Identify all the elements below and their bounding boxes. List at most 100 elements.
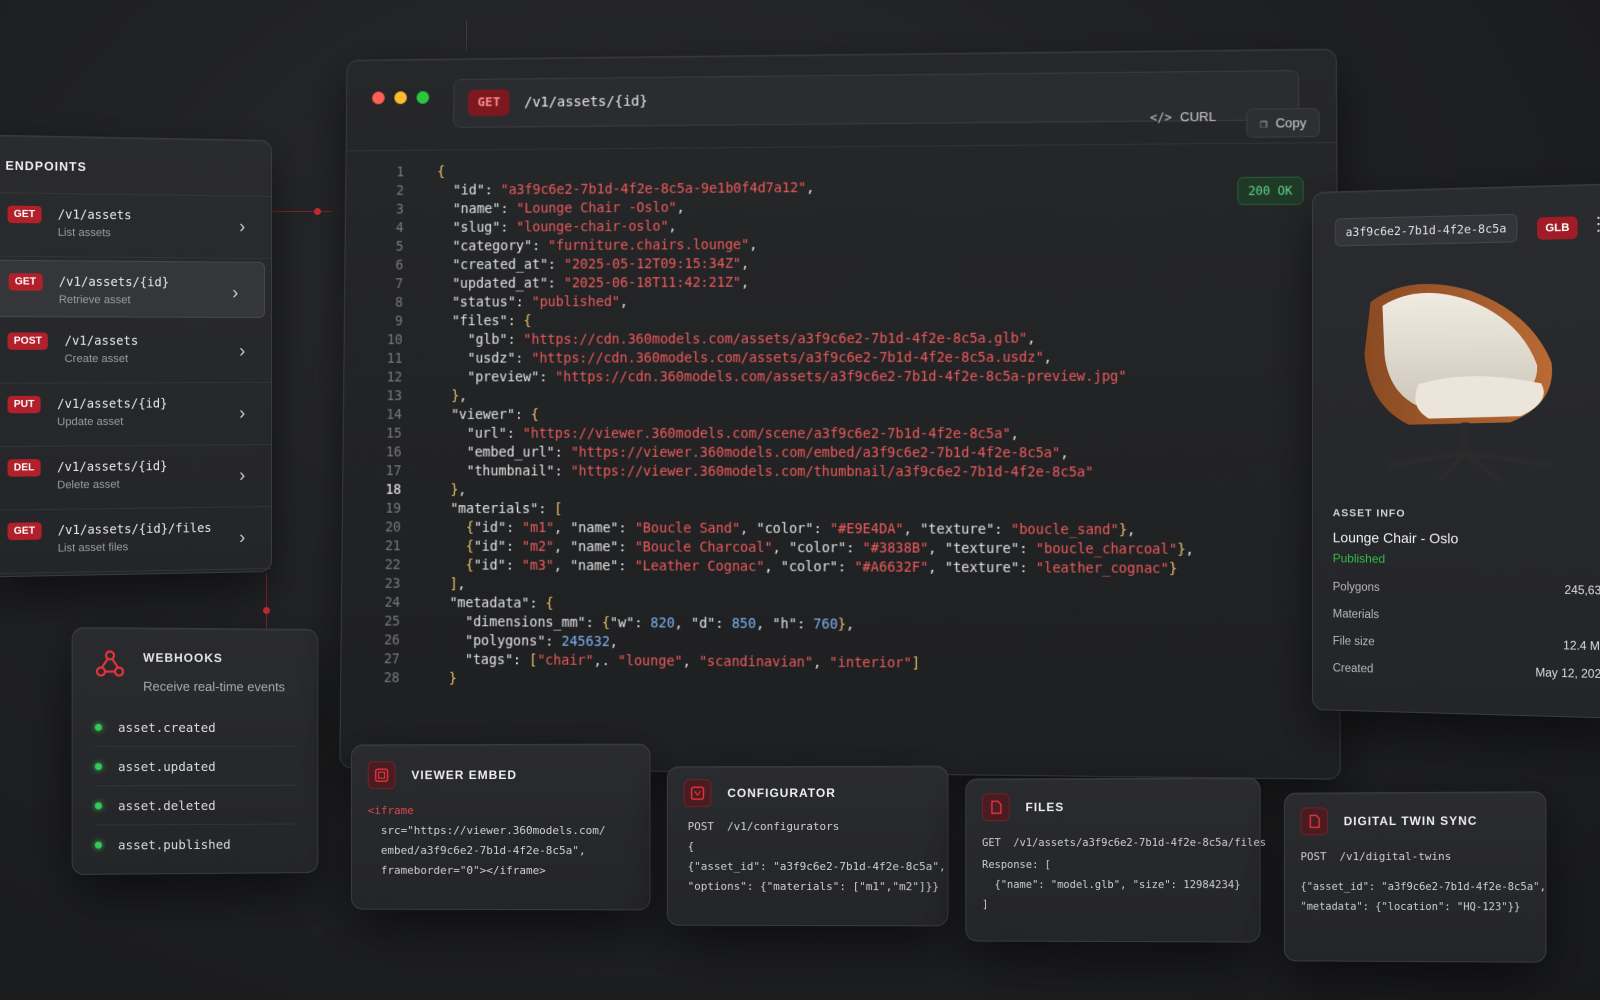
digital-twin-path: /v1/digital-twins: [1339, 849, 1452, 864]
code-line: "metadata": {"location": "HQ-123"}}: [1300, 900, 1521, 914]
curl-button[interactable]: </> CURL: [1150, 109, 1216, 139]
line-number: 7: [395, 276, 404, 293]
code-text: ],: [449, 576, 466, 593]
line-number: 28: [383, 670, 400, 687]
configurator-code: {{"asset_id": "a3f9c6e2-7b1d-4f2e-8c5a",…: [668, 837, 948, 897]
code-text: "id": "a3f9c6e2-7b1d-4f2e-8c5a-9e1b0f4d7…: [452, 180, 815, 199]
method-badge: PUT: [7, 395, 41, 414]
method-badge: GET: [7, 205, 42, 224]
endpoint-description: List assets: [57, 226, 111, 240]
line-number: 14: [386, 407, 403, 423]
endpoints-panel: ENDPOINTS GET /v1/assets List assets › GE…: [0, 134, 272, 578]
line-number: 12: [386, 369, 403, 386]
code-line: src="https://viewer.360models.com/: [367, 823, 606, 838]
method-badge: DEL: [7, 459, 41, 477]
curl-label: CURL: [1180, 108, 1217, 125]
minimize-dot[interactable]: [394, 91, 407, 105]
digital-twin-card: DIGITAL TWIN SYNC POST /v1/digital-twins…: [1283, 791, 1547, 963]
asset-id-chip[interactable]: a3f9c6e2-7b1d-4f2e-8c5a: [1334, 213, 1518, 247]
asset-info-value: 245,632: [1564, 584, 1600, 598]
endpoint-path: /v1/assets/{id}: [57, 396, 168, 412]
connector-dot: [263, 607, 270, 614]
code-text: "thumbnail": "https://viewer.360models.c…: [466, 463, 1094, 481]
copy-label: Copy: [1275, 115, 1307, 131]
code-line: 14 "viewer": {: [363, 406, 1193, 425]
status-dot: [94, 801, 102, 809]
asset-info-key: Materials: [1332, 608, 1380, 622]
endpoint-path: /v1/assets: [64, 333, 139, 348]
asset-info-key: Polygons: [1332, 581, 1380, 595]
webhook-event[interactable]: asset.updated: [94, 746, 296, 787]
code-text: "updated_at": "2025-06-18T11:42:21Z",: [452, 274, 750, 292]
endpoint-item[interactable]: POST /v1/assets Create asset ›: [0, 320, 272, 384]
code-text: },: [451, 388, 468, 405]
request-path[interactable]: /v1/assets/{id}: [524, 94, 648, 111]
webhooks-panel: WEBHOOKS Receive real-time events asset.…: [71, 626, 319, 876]
response-window: GET /v1/assets/{id} </> CURL ❐ Copy 200 OK…: [339, 48, 1341, 780]
code-text: "embed_url": "https://viewer.360models.c…: [466, 444, 1069, 462]
endpoint-path: /v1/assets/{id}/files: [57, 520, 212, 538]
line-number: 5: [395, 238, 404, 255]
endpoint-item[interactable]: GET /v1/assets/{id} Retrieve asset ›: [0, 259, 266, 318]
endpoint-item[interactable]: GET /v1/assets List assets ›: [0, 193, 272, 259]
endpoint-item[interactable]: DEL /v1/assets/{id} Delete asset ›: [0, 445, 272, 511]
line-number: 22: [384, 557, 401, 574]
method-badge: GET: [7, 522, 42, 541]
copy-button[interactable]: ❐ Copy: [1246, 107, 1320, 138]
asset-info-value: May 12, 2025: [1535, 667, 1600, 682]
code-line: 16 "embed_url": "https://viewer.360model…: [363, 444, 1194, 464]
file-icon: [982, 793, 1010, 822]
files-title: FILES: [1025, 800, 1065, 815]
endpoint-item[interactable]: GET /v1/assets/{id}/files List asset fil…: [0, 507, 272, 575]
files-card: FILES GET /v1/assets/a3f9c6e2-7b1d-4f2e-…: [965, 777, 1266, 943]
line-number: 20: [384, 519, 402, 536]
code-text: {"id": "m2", "name": "Boucle Charcoal", …: [465, 538, 1194, 558]
endpoint-description: Create asset: [64, 352, 129, 366]
webhook-event[interactable]: asset.deleted: [94, 785, 296, 826]
line-number: 27: [383, 651, 400, 668]
webhook-event-name: asset.created: [118, 719, 216, 735]
code-text: "glb": "https://cdn.360models.com/assets…: [467, 330, 1036, 348]
endpoint-description: List asset files: [57, 541, 129, 555]
webhook-events-list: asset.created asset.updated asset.deleted a…: [73, 707, 318, 865]
more-icon[interactable]: ⋮: [1589, 213, 1600, 235]
connector-dot: [314, 208, 321, 215]
line-number: 18: [385, 482, 402, 498]
asset-info-panel: a3f9c6e2-7b1d-4f2e-8c5a GLB ⋮ ASSET INFO…: [1312, 183, 1600, 719]
configurator-path: /v1/configurators: [727, 819, 840, 834]
chair-preview-image: [1364, 281, 1562, 486]
request-method-badge: GET: [467, 89, 511, 117]
line-number: 4: [395, 220, 404, 237]
code-text: "category": "furniture.chairs.lounge",: [452, 237, 758, 255]
connector-line: [466, 20, 467, 50]
code-line: 17 "thumbnail": "https://viewer.360model…: [363, 462, 1194, 483]
connector-line: [270, 211, 332, 212]
endpoint-item[interactable]: PUT /v1/assets/{id} Update asset ›: [0, 383, 272, 448]
maximize-dot[interactable]: [416, 91, 430, 104]
asset-info-row: Materials3: [1333, 608, 1600, 625]
line-number: 3: [395, 201, 404, 218]
code-text: "usdz": "https://cdn.360models.com/asset…: [467, 349, 1052, 367]
chevron-right-icon: ›: [239, 465, 246, 486]
code-line: Response: [: [982, 859, 1051, 871]
webhook-event[interactable]: asset.created: [94, 707, 296, 748]
request-actions: </> CURL ❐ Copy: [1150, 107, 1320, 139]
embed-icon: [367, 761, 396, 790]
viewer-embed-title: VIEWER EMBED: [411, 767, 518, 783]
files-path: /v1/assets/a3f9c6e2-7b1d-4f2e-8c5a/files: [1013, 836, 1267, 850]
code-line: "options": {"materials": ["m1","m2"]}}: [687, 879, 940, 894]
code-text: "materials": [: [450, 500, 563, 518]
asset-name: Lounge Chair - Oslo: [1332, 529, 1459, 547]
asset-info-row: Polygons 245,632: [1333, 581, 1600, 597]
line-number: 1: [396, 164, 405, 181]
configurator-method: POST: [687, 820, 714, 834]
code-text: "created_at": "2025-05-12T09:15:34Z",: [452, 255, 750, 274]
divider: [346, 142, 1337, 152]
webhooks-title: WEBHOOKS: [143, 650, 223, 666]
webhook-event[interactable]: asset.published: [94, 825, 296, 865]
configurator-icon: [683, 779, 712, 808]
endpoints-title: ENDPOINTS: [0, 135, 272, 197]
code-line: {"asset_id": "a3f9c6e2-7b1d-4f2e-8c5a",: [687, 859, 946, 874]
line-number: 6: [395, 257, 404, 274]
close-dot[interactable]: [372, 91, 385, 105]
